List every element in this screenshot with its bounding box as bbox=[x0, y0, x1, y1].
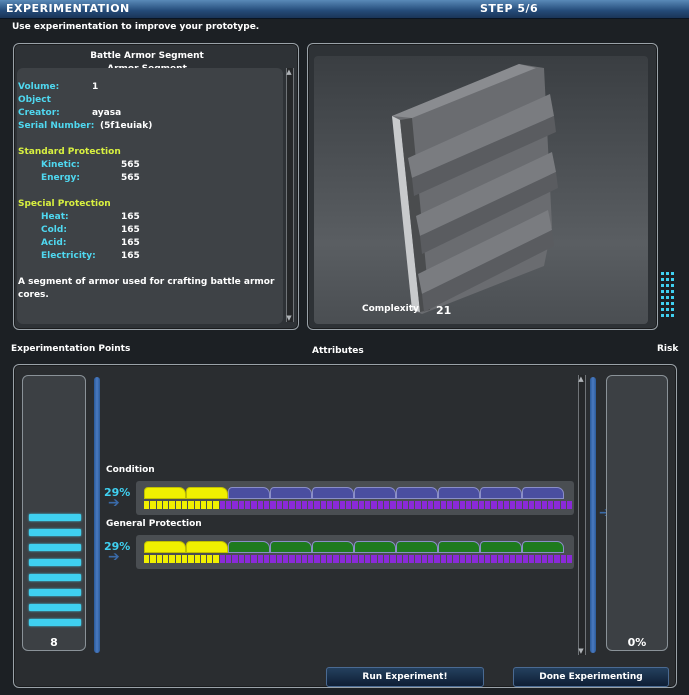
attribute-segment bbox=[480, 487, 522, 499]
exp-point-bar bbox=[29, 574, 81, 581]
attribute-segment bbox=[354, 541, 396, 553]
special-protection-heading: Special Protection bbox=[18, 199, 111, 209]
step-indicator: STEP 5/6 bbox=[480, 2, 539, 15]
right-divider bbox=[590, 377, 596, 653]
attribute-segment bbox=[396, 541, 438, 553]
experimentation-panel: 8 Condition 29% ➔ General Protection 29%… bbox=[13, 364, 677, 688]
armor-segment-model bbox=[392, 64, 558, 314]
attribute-segment bbox=[186, 487, 228, 499]
scroll-down-icon[interactable]: ▼ bbox=[286, 314, 292, 322]
item-name: Battle Armor Segment bbox=[90, 51, 204, 61]
attribute-progress-strip bbox=[144, 555, 573, 563]
exp-point-bar bbox=[29, 514, 81, 521]
risk-value: 0% bbox=[627, 636, 647, 649]
grid-toggle-icon[interactable] bbox=[661, 272, 675, 323]
exp-point-bar bbox=[29, 604, 81, 611]
attributes-heading: Attributes bbox=[312, 346, 364, 356]
attribute-segment bbox=[144, 541, 186, 553]
attribute-row-condition: Condition 29% ➔ bbox=[104, 465, 574, 515]
attributes-scrollbar[interactable]: ▲ ▼ bbox=[578, 375, 586, 655]
item-preview-viewport[interactable]: Complexity 21 bbox=[314, 56, 648, 324]
attribute-bar[interactable]: ➔ bbox=[108, 481, 574, 515]
attribute-segment bbox=[396, 487, 438, 499]
attribute-segment bbox=[186, 541, 228, 553]
info-scrollbar[interactable]: ▲ ▼ bbox=[286, 68, 294, 322]
scroll-up-icon[interactable]: ▲ bbox=[286, 68, 292, 76]
exp-point-bar bbox=[29, 529, 81, 536]
exp-point-bar bbox=[29, 589, 81, 596]
risk-heading: Risk bbox=[657, 344, 679, 354]
item-description-line2: cores. bbox=[18, 290, 49, 300]
exp-points-heading: Experimentation Points bbox=[11, 344, 131, 354]
exp-point-bar bbox=[29, 544, 81, 551]
attribute-name: Condition bbox=[106, 465, 155, 475]
attribute-bar[interactable]: ➔ bbox=[108, 535, 574, 569]
attribute-segment bbox=[522, 541, 564, 553]
complexity-label: Complexity bbox=[362, 304, 419, 314]
attribute-segment bbox=[270, 541, 312, 553]
item-description-line1: A segment of armor used for crafting bat… bbox=[18, 277, 275, 287]
attribute-name: General Protection bbox=[106, 519, 202, 529]
scroll-down-icon[interactable]: ▼ bbox=[578, 647, 584, 655]
title-bar: EXPERIMENTATION STEP 5/6 bbox=[0, 0, 689, 19]
stat-acid: Acid: 165 bbox=[41, 238, 140, 248]
item-info-panel: Battle Armor Segment Armor Segment Volum… bbox=[13, 43, 299, 330]
attribute-progress-strip bbox=[144, 501, 573, 509]
attribute-segment bbox=[312, 487, 354, 499]
attribute-segment bbox=[228, 487, 270, 499]
run-experiment-button[interactable]: Run Experiment! bbox=[326, 667, 484, 687]
stat-heat: Heat: 165 bbox=[41, 212, 140, 222]
stat-kinetic: Kinetic: 565 bbox=[41, 160, 140, 170]
exp-point-bar bbox=[29, 559, 81, 566]
item-attributes-list: Volume: 1 Object Creator: ayasa Serial Num… bbox=[17, 68, 283, 324]
attribute-segment bbox=[522, 487, 564, 499]
attribute-segment bbox=[144, 487, 186, 499]
exp-points-value: 8 bbox=[50, 636, 58, 649]
exp-points-bars bbox=[29, 514, 81, 634]
field-serial: Serial Number: (5f1euiak) bbox=[18, 121, 153, 131]
attribute-segment bbox=[312, 541, 354, 553]
arrow-right-icon: ➔ bbox=[108, 549, 120, 565]
stat-cold: Cold: 165 bbox=[41, 225, 140, 235]
attribute-segment bbox=[438, 541, 480, 553]
attribute-segment bbox=[480, 541, 522, 553]
stat-electricity: Electricity: 165 bbox=[41, 251, 140, 261]
exp-points-meter: 8 bbox=[22, 375, 86, 651]
risk-meter: 0% bbox=[606, 375, 668, 651]
stat-energy: Energy: 565 bbox=[41, 173, 140, 183]
instruction-text: Use experimentation to improve your prot… bbox=[12, 22, 260, 32]
exp-point-bar bbox=[29, 619, 81, 626]
left-divider bbox=[94, 377, 100, 653]
scroll-up-icon[interactable]: ▲ bbox=[578, 375, 584, 383]
field-volume: Volume: 1 bbox=[18, 82, 99, 92]
arrow-right-icon: ➔ bbox=[108, 495, 120, 511]
attribute-segment bbox=[270, 487, 312, 499]
field-creator: Object Creator: ayasa bbox=[18, 95, 122, 118]
window-title: EXPERIMENTATION bbox=[6, 2, 130, 15]
attribute-segment bbox=[354, 487, 396, 499]
item-preview-panel: Complexity 21 bbox=[307, 43, 658, 330]
done-experimenting-button[interactable]: Done Experimenting bbox=[513, 667, 669, 687]
complexity-value: 21 bbox=[436, 304, 452, 317]
standard-protection-heading: Standard Protection bbox=[18, 147, 121, 157]
attribute-segment bbox=[438, 487, 480, 499]
attribute-segment bbox=[228, 541, 270, 553]
attribute-row-general-protection: General Protection 29% ➔ bbox=[104, 519, 574, 569]
